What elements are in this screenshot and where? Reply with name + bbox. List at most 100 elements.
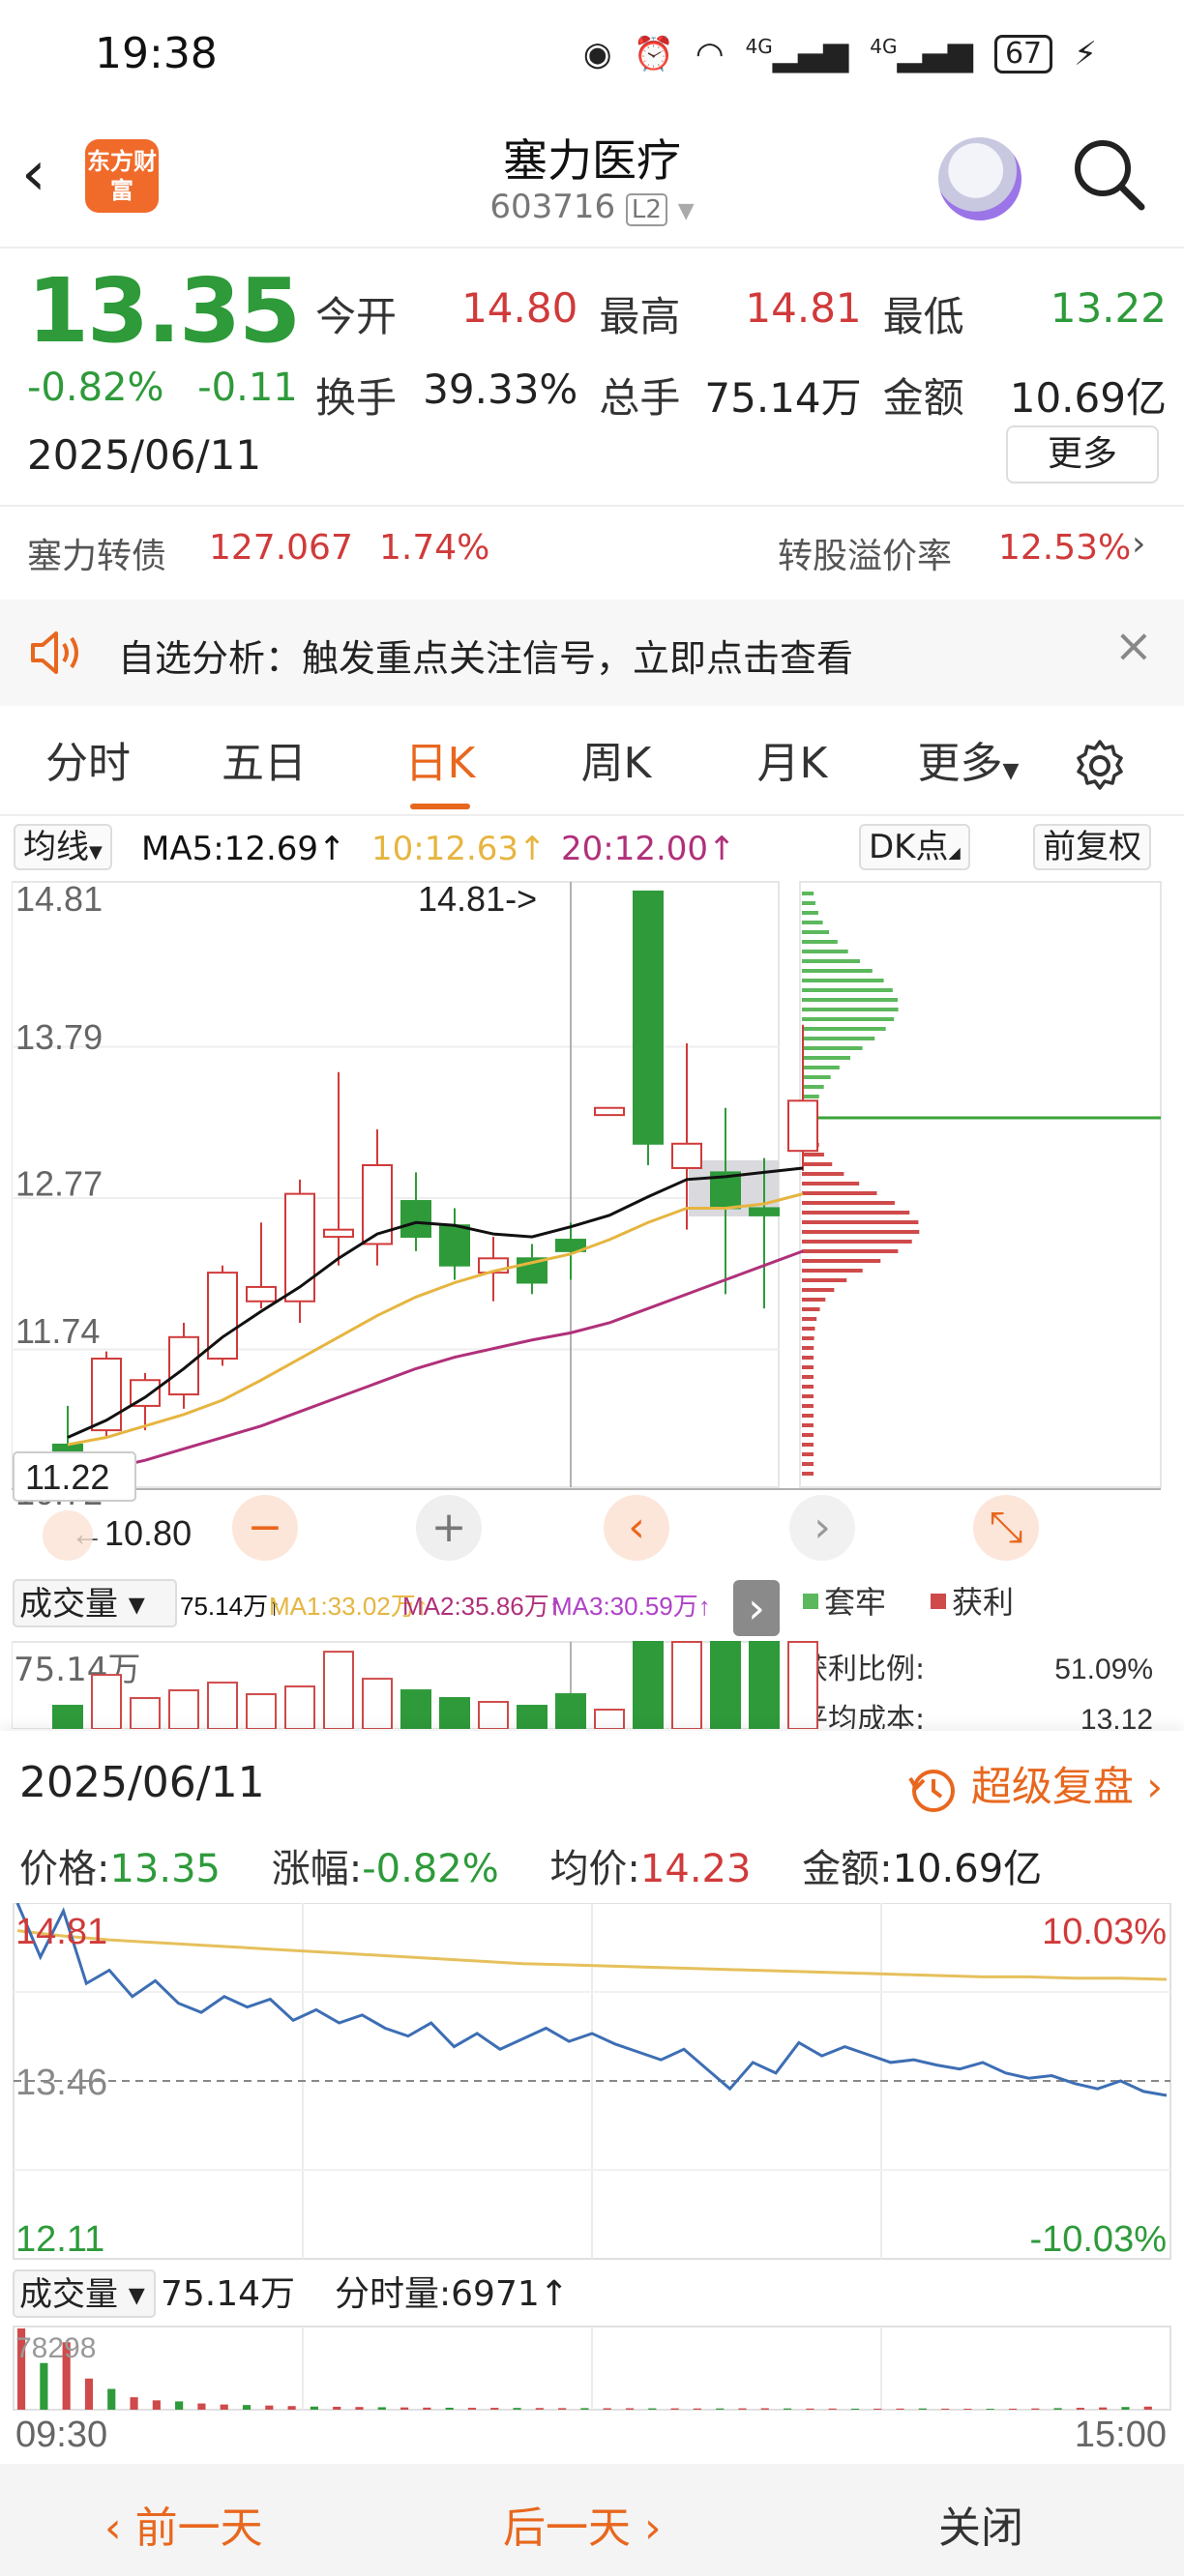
intraday-volume-bar xyxy=(896,2408,904,2410)
pan-right-button-glyph: › xyxy=(814,1503,831,1552)
volume-bar xyxy=(787,1641,818,1729)
convertible-bond-row[interactable]: 塞力转债 127.067 1.74% 转股溢价率 12.53% › xyxy=(0,522,1184,580)
caret-down-icon: ▼ xyxy=(89,842,103,863)
price-change: -0.82% -0.11 xyxy=(27,366,298,410)
kline-frame xyxy=(12,881,780,1488)
stat-value: 10.69亿 xyxy=(1009,373,1167,422)
assistant-robot-icon[interactable] xyxy=(938,137,1021,220)
tab-weekly-k[interactable]: 周K xyxy=(528,720,704,817)
chip-bar xyxy=(802,1336,814,1340)
signal-icon-2: 4G▂▄▆ xyxy=(870,35,973,73)
tab-five-day[interactable]: 五日 xyxy=(176,720,352,817)
intraday-volume-bar xyxy=(784,2408,792,2410)
change-abs: -0.11 xyxy=(197,366,298,410)
candle-body xyxy=(671,1142,702,1169)
adjust-selector[interactable]: 前复权 xyxy=(1033,824,1151,870)
kline-y-label: 13.79 xyxy=(15,1017,103,1057)
ma-selector[interactable]: 均线▼ xyxy=(14,824,112,870)
chip-bar xyxy=(802,1356,814,1360)
intraday-volume-bar xyxy=(1143,2406,1152,2410)
chip-bar xyxy=(802,1162,833,1166)
zoom-out-button[interactable]: − xyxy=(232,1495,298,1561)
notice-banner[interactable]: 自选分析：触发重点关注信号，立即点击查看 × xyxy=(0,600,1184,706)
tab-more[interactable]: 更多▼ xyxy=(880,720,1056,817)
volume-bar xyxy=(517,1705,548,1729)
intraday-volume-total: 75.14万 xyxy=(161,2274,295,2314)
intraday-pct-top: 10.03% xyxy=(1042,1912,1167,1952)
dk-point-selector[interactable]: DK点◢ xyxy=(859,824,970,870)
ma20-value: 20:12.00↑ xyxy=(561,830,736,868)
pan-right-button[interactable]: › xyxy=(789,1495,855,1561)
volume-bar xyxy=(130,1697,161,1729)
stat-low: 最低 13.22 xyxy=(883,284,1167,343)
legend-trapped-swatch xyxy=(803,1594,818,1609)
intraday-volume-bar xyxy=(625,2408,635,2410)
intraday-volume-bar xyxy=(535,2408,544,2410)
chip-bar xyxy=(802,1259,881,1263)
intraday-volume-bar xyxy=(716,2408,725,2410)
bond-pct: 1.74% xyxy=(379,528,490,568)
tab-intraday[interactable]: 分时 xyxy=(0,720,176,817)
zoom-in-button[interactable]: + xyxy=(416,1495,482,1561)
prev-day-button[interactable]: ‹ 前一天 xyxy=(104,2493,263,2555)
close-icon[interactable]: × xyxy=(1114,619,1153,673)
intraday-grid xyxy=(13,1903,1171,2260)
change-pct: -0.82% xyxy=(27,366,164,410)
intraday-volume-bar xyxy=(873,2408,882,2410)
stat-value: 39.33% xyxy=(423,365,578,413)
next-day-button[interactable]: 后一天 › xyxy=(503,2493,662,2555)
premium-value: 12.53% xyxy=(998,528,1132,568)
intraday-chart[interactable]: 14.81 13.46 12.11 10.03% -10.03% 成交量 ▾ 75.14万分… xyxy=(12,1903,1172,2454)
volume-bar xyxy=(594,1709,625,1729)
zoom-in-button-glyph: + xyxy=(431,1503,467,1552)
alarm-icon: ⏰ xyxy=(633,35,674,73)
intraday-volume-bar xyxy=(84,2378,94,2410)
chip-bar xyxy=(802,1085,824,1089)
stat-value: 14.80 xyxy=(461,283,578,332)
chip-bar xyxy=(802,1153,824,1156)
tab-more-label: 更多 xyxy=(917,739,1003,788)
status-bar: 19:38 ◉ ⏰ ◠ 4G▂▄▆ 4G▂▄▆ 67 ⚡ xyxy=(0,0,1184,116)
pan-left-button-glyph: ‹ xyxy=(628,1503,645,1552)
quote-stats: 今开 14.80 最高 14.81 最低 13.22 换手 39.33% 总手 75.14… xyxy=(315,273,1167,435)
kline-controls: − + ‹ › ⤡ xyxy=(43,1495,1039,1561)
pan-left-button[interactable]: ‹ xyxy=(604,1495,669,1561)
tab-daily-k[interactable]: 日K xyxy=(352,720,528,817)
volume-bar xyxy=(207,1682,238,1729)
intraday-volume-bar xyxy=(242,2405,252,2410)
cursor-price-label: 11.22 xyxy=(25,1457,109,1497)
amount-value: 10.69亿 xyxy=(892,1847,1043,1891)
intraday-volume-bar xyxy=(355,2407,364,2410)
intraday-volume-bar xyxy=(558,2408,567,2410)
volume-bar xyxy=(478,1701,509,1729)
intraday-y-mid: 13.46 xyxy=(15,2063,107,2103)
close-button[interactable]: 关闭 xyxy=(938,2493,1023,2555)
chip-bar xyxy=(802,1037,875,1040)
notice-text: 自选分析：触发重点关注信号，立即点击查看 xyxy=(118,637,854,680)
wifi-icon: ◠ xyxy=(695,35,725,73)
volume-bar xyxy=(246,1693,277,1729)
ma10-value: 10:12.63↑ xyxy=(371,830,547,868)
stat-label: 总手 xyxy=(599,373,681,422)
avg-label: 均价: xyxy=(549,1847,640,1891)
intraday-volume-bar xyxy=(107,2388,116,2410)
expand-icon[interactable]: ⤡ xyxy=(973,1495,1039,1561)
chip-bar xyxy=(802,1307,820,1311)
candle-body xyxy=(439,1224,470,1267)
volume-ma3: MA3:30.59万↑ xyxy=(551,1592,711,1621)
more-stats-button[interactable]: 更多 xyxy=(1006,425,1159,483)
history-icon xyxy=(908,1769,956,1812)
super-replay-button[interactable]: 超级复盘 › xyxy=(907,1754,1163,1815)
tab-monthly-k[interactable]: 月K xyxy=(704,720,880,817)
zoom-out-button-glyph: − xyxy=(248,1503,283,1552)
chip-bar xyxy=(802,1472,814,1476)
kline-chart[interactable]: 成交量 ▾ 75.14万↑MA1:33.02万↑MA2:35.86万↑MA3:30… xyxy=(12,878,1172,1729)
kline-y-label: 11.74 xyxy=(15,1311,100,1351)
search-icon[interactable] xyxy=(1070,135,1147,213)
caret-icon: ◢ xyxy=(948,843,961,862)
intraday-volume-bar xyxy=(963,2409,972,2410)
candle-body xyxy=(246,1285,277,1303)
bottom-nav: ‹ 前一天 后一天 › 关闭 xyxy=(0,2464,1184,2576)
settings-gear-icon[interactable] xyxy=(1072,738,1128,794)
stat-value: 75.14万 xyxy=(704,373,862,422)
